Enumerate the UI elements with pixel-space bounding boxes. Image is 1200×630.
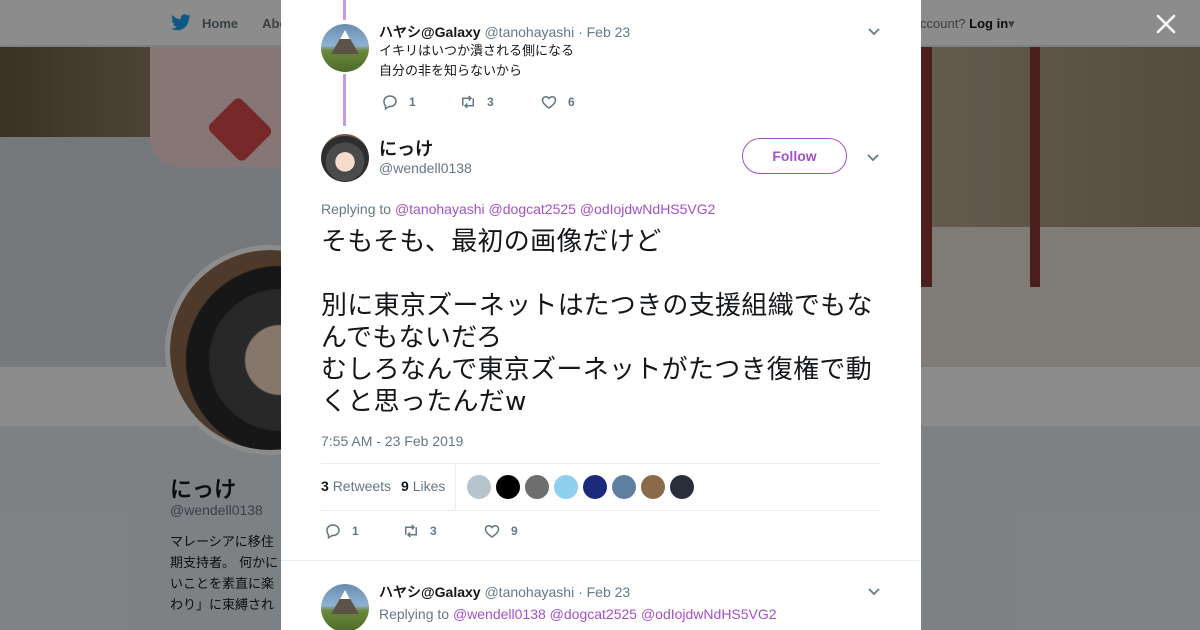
replying-prefix: Replying to bbox=[379, 606, 450, 622]
main-tweet-text: そもそも、最初の画像だけど 別に東京ズーネットはたつきの支援組織でもなんでもない… bbox=[321, 227, 873, 417]
stats-divider bbox=[455, 464, 456, 510]
mention-link[interactable]: @wendell0138 bbox=[453, 606, 546, 622]
reply-icon bbox=[383, 95, 397, 111]
retweets-stat-count: 3 bbox=[321, 478, 329, 494]
parent-tweet-avatar[interactable] bbox=[321, 24, 369, 72]
parent-tweet[interactable]: ハヤシ@Galaxy @tanohayashi · Feb 23 イキリはいつか… bbox=[321, 22, 881, 122]
retweets-stat[interactable]: 3 Retweets bbox=[321, 478, 391, 494]
parent-tweet-name[interactable]: ハヤシ@Galaxy bbox=[379, 24, 481, 40]
parent-tweet-handle[interactable]: @tanohayashi bbox=[484, 24, 574, 40]
reply-button[interactable]: 1 bbox=[324, 522, 402, 540]
main-tweet-actions: 1 3 9 bbox=[324, 522, 518, 540]
retweet-count: 3 bbox=[430, 524, 437, 538]
liker-avatar[interactable] bbox=[525, 475, 549, 499]
retweet-icon bbox=[405, 524, 417, 538]
liker-avatar[interactable] bbox=[583, 475, 607, 499]
main-tweet-handle[interactable]: @wendell0138 bbox=[379, 160, 472, 176]
main-tweet-menu-button[interactable] bbox=[866, 150, 880, 164]
close-modal-button[interactable] bbox=[1152, 10, 1180, 38]
retweet-button[interactable]: 3 bbox=[459, 93, 540, 111]
parent-tweet-time[interactable]: · Feb 23 bbox=[578, 24, 630, 40]
replies-separator bbox=[281, 560, 921, 570]
chevron-down-icon bbox=[867, 154, 879, 162]
reply-tweet-header: ハヤシ@Galaxy @tanohayashi · Feb 23 bbox=[379, 582, 630, 602]
chevron-down-icon bbox=[868, 588, 880, 596]
mention-link[interactable]: @odIojdwNdHS5VG2 bbox=[641, 606, 777, 622]
reply-icon bbox=[326, 524, 340, 540]
likes-stat[interactable]: 9 Likes bbox=[401, 478, 445, 494]
likes-stat-count: 9 bbox=[401, 478, 409, 494]
liker-avatar[interactable] bbox=[641, 475, 665, 499]
main-tweet-timestamp[interactable]: 7:55 AM - 23 Feb 2019 bbox=[321, 433, 463, 449]
close-icon bbox=[1156, 14, 1176, 34]
heart-icon bbox=[484, 524, 500, 538]
liker-avatar[interactable] bbox=[670, 475, 694, 499]
reply-button[interactable]: 1 bbox=[381, 93, 459, 111]
retweet-button[interactable]: 3 bbox=[402, 522, 483, 540]
parent-tweet-text: イキリはいつか潰される側になる 自分の非を知らないから bbox=[379, 44, 575, 79]
reply-tweet-time[interactable]: · Feb 23 bbox=[578, 584, 630, 600]
liker-avatar[interactable] bbox=[612, 475, 636, 499]
tweet-stats: 3 Retweets 9 Likes bbox=[321, 463, 881, 511]
main-tweet-name[interactable]: にっけ bbox=[379, 135, 433, 161]
retweet-count: 3 bbox=[487, 95, 494, 109]
replying-prefix: Replying to bbox=[321, 201, 392, 217]
mention-link[interactable]: @tanohayashi bbox=[395, 201, 485, 217]
reply-tweet-avatar[interactable] bbox=[321, 584, 369, 630]
main-tweet-replying-to: Replying to @tanohayashi @dogcat2525 @od… bbox=[321, 201, 715, 217]
liker-avatar[interactable] bbox=[467, 475, 491, 499]
liker-avatar[interactable] bbox=[554, 475, 578, 499]
parent-tweet-header: ハヤシ@Galaxy @tanohayashi · Feb 23 bbox=[379, 22, 630, 42]
mention-link[interactable]: @odIojdwNdHS5VG2 bbox=[580, 201, 716, 217]
like-count: 9 bbox=[511, 524, 518, 538]
reply-tweet[interactable]: ハヤシ@Galaxy @tanohayashi · Feb 23 Replyin… bbox=[321, 582, 881, 630]
thread-line-top bbox=[343, 0, 346, 20]
heart-icon bbox=[541, 95, 557, 109]
mention-link[interactable]: @dogcat2525 bbox=[550, 606, 637, 622]
liker-avatar[interactable] bbox=[496, 475, 520, 499]
liker-avatars bbox=[467, 475, 694, 499]
likes-stat-label: Likes bbox=[412, 478, 446, 494]
like-count: 6 bbox=[568, 95, 575, 109]
reply-tweet-handle[interactable]: @tanohayashi bbox=[484, 584, 574, 600]
reply-tweet-menu-button[interactable] bbox=[867, 584, 881, 598]
parent-tweet-actions: 1 3 6 bbox=[381, 93, 575, 111]
reply-tweet-replying-to: Replying to @wendell0138 @dogcat2525 @od… bbox=[379, 606, 777, 622]
main-tweet-avatar[interactable] bbox=[321, 134, 369, 182]
tweet-permalink-modal: ハヤシ@Galaxy @tanohayashi · Feb 23 イキリはいつか… bbox=[281, 0, 921, 630]
parent-tweet-menu-button[interactable] bbox=[867, 24, 881, 38]
chevron-down-icon bbox=[868, 28, 880, 36]
follow-button[interactable]: Follow bbox=[742, 138, 847, 174]
reply-count: 1 bbox=[409, 95, 416, 109]
like-button[interactable]: 9 bbox=[483, 522, 518, 540]
retweets-stat-label: Retweets bbox=[332, 478, 392, 494]
retweet-icon bbox=[462, 95, 474, 109]
reply-tweet-name[interactable]: ハヤシ@Galaxy bbox=[379, 584, 481, 600]
like-button[interactable]: 6 bbox=[540, 93, 575, 111]
reply-count: 1 bbox=[352, 524, 359, 538]
mention-link[interactable]: @dogcat2525 bbox=[489, 201, 576, 217]
